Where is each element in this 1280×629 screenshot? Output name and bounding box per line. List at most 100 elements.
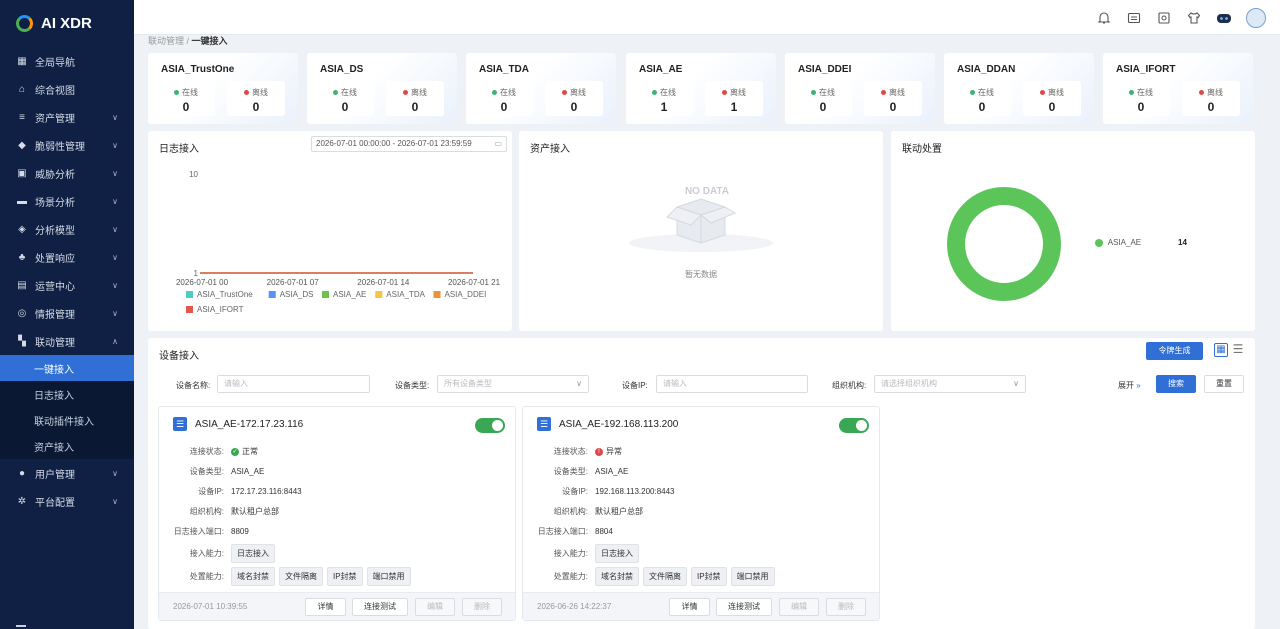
breadcrumb: 联动管理 / 一键接入 (148, 34, 228, 47)
offline-label: 离线 (1207, 88, 1223, 97)
offline-count: 0 (570, 100, 578, 114)
online-dot (811, 90, 816, 96)
online-count: 0 (1137, 100, 1145, 114)
stat-card[interactable]: ASIA_DDAN 在线 0 离线 0 (944, 53, 1094, 124)
device-type-select[interactable]: 所有设备类型 ∨ (437, 375, 589, 393)
sidebar-item-scene[interactable]: ▬ 场景分析 ∨ (0, 187, 134, 215)
online-box: 在线 0 (1112, 81, 1170, 116)
sidebar-item-users[interactable]: ● 用户管理 ∨ (0, 459, 134, 487)
sidebar-item-assets[interactable]: ≡ 资产管理 ∨ (0, 103, 134, 131)
message-icon[interactable] (1126, 10, 1142, 26)
sidebar-item-model[interactable]: ◈ 分析模型 ∨ (0, 215, 134, 243)
device-card: ☰ ASIA_AE-172.17.23.116 连接状态: ✓ 正常 设备类型: AS… (158, 406, 516, 621)
sidebar-item-intel[interactable]: ◎ 情报管理 ∨ (0, 299, 134, 327)
online-label: 在线 (182, 88, 198, 97)
offline-count: 0 (889, 100, 897, 114)
sidebar-item-threat[interactable]: ▣ 威胁分析 ∨ (0, 159, 134, 187)
sidebar-item-vuln[interactable]: ◆ 脆弱性管理 ∨ (0, 131, 134, 159)
sidebar-item-overview[interactable]: ⌂ 综合视图 (0, 75, 134, 103)
expand-toggle[interactable]: 展开 » (1118, 380, 1141, 391)
chevron-down-icon: ∨ (1013, 379, 1019, 388)
breadcrumb-parent[interactable]: 联动管理 / (148, 36, 189, 46)
bell-icon[interactable] (1096, 10, 1112, 26)
disposal-tag: 文件隔离 (279, 567, 323, 586)
robot-icon[interactable] (1216, 10, 1232, 26)
stat-card[interactable]: ASIA_IFORT 在线 0 离线 0 (1103, 53, 1253, 124)
sidebar: AI XDR ▦ 全局导航 ⌂ 综合视图 ≡ 资产管理 ∨ ◆ 脆弱性管理 ∨ ▣ 威胁分析 ∨… (0, 0, 134, 629)
reset-button[interactable]: 重置 (1204, 375, 1244, 393)
sidebar-item-linkage[interactable]: ▚ 联动管理 ∧ (0, 327, 134, 355)
org-select[interactable]: 请选择组织机构 ∨ (874, 375, 1026, 393)
legend-swatch (375, 291, 383, 298)
stat-name: ASIA_TrustOne (161, 64, 235, 75)
app-title: AI XDR (41, 14, 92, 32)
stat-card[interactable]: ASIA_DS 在线 0 离线 0 (307, 53, 457, 124)
sidebar-subitem-plugin[interactable]: 联动插件接入 (0, 407, 134, 433)
offline-dot (244, 90, 249, 96)
sidebar-item-ops[interactable]: ▤ 运营中心 ∨ (0, 271, 134, 299)
device-name-input[interactable]: 请输入 (217, 375, 370, 393)
device-card: ☰ ASIA_AE-192.168.113.200 连接状态:! 异常 设备类型:… (522, 406, 880, 621)
token-generate-button[interactable]: 令牌生成 (1146, 342, 1203, 360)
stat-card[interactable]: ASIA_AE 在线 1 离线 1 (626, 53, 776, 124)
donut-legend-item: ASIA_AE (1095, 238, 1141, 247)
sidebar-subitem-one-click[interactable]: 一键接入 (0, 355, 134, 381)
offline-label: 离线 (1048, 88, 1064, 97)
log-access-panel: 日志接入 2026-07-01 00:00:00 - 2026-07-01 23… (148, 131, 512, 331)
online-box: 在线 0 (953, 81, 1011, 116)
panel-title: 联动处置 (902, 144, 942, 155)
double-chevron-down-icon: » (1136, 381, 1141, 390)
connection-test-button[interactable]: 连接测试 (352, 598, 408, 616)
online-dot (492, 90, 497, 96)
card-timestamp: 2026-07-01 10:39:55 (173, 602, 248, 611)
y-tick-label: 1 (194, 269, 199, 278)
device-type: ASIA_AE (595, 467, 629, 476)
device-type: ASIA_AE (231, 467, 265, 476)
user-avatar[interactable] (1246, 8, 1266, 28)
search-button[interactable]: 搜索 (1156, 375, 1196, 393)
stat-name: ASIA_DS (320, 64, 364, 75)
collapse-handle[interactable] (16, 625, 26, 627)
device-ip-input[interactable]: 请输入 (656, 375, 808, 393)
device-org: 默认租户总部 (231, 507, 279, 516)
connection-test-button[interactable]: 连接测试 (716, 598, 772, 616)
stat-card[interactable]: ASIA_TrustOne 在线 0 离线 0 (148, 53, 298, 124)
stat-card[interactable]: ASIA_DDEI 在线 0 离线 0 (785, 53, 935, 124)
sidebar-subitem-asset[interactable]: 资产接入 (0, 433, 134, 459)
online-dot (1129, 90, 1134, 96)
sidebar-subitem-log[interactable]: 日志接入 (0, 381, 134, 407)
stat-card[interactable]: ASIA_TDA 在线 0 离线 0 (466, 53, 616, 124)
online-label: 在线 (1137, 88, 1153, 97)
stat-name: ASIA_AE (639, 64, 683, 75)
book-icon: ▬ (17, 195, 27, 207)
online-count: 0 (182, 100, 190, 114)
shirt-icon[interactable] (1186, 10, 1202, 26)
log-port: 8804 (595, 527, 613, 536)
sidebar-item-response[interactable]: ♣ 处置响应 ∨ (0, 243, 134, 271)
online-dot (652, 90, 657, 96)
app-logo[interactable]: AI XDR (0, 0, 134, 46)
offline-box: 离线 0 (1182, 81, 1240, 116)
device-enable-toggle[interactable] (475, 418, 505, 433)
edit-button[interactable]: 编辑 (415, 598, 455, 616)
edit-button[interactable]: 编辑 (779, 598, 819, 616)
offline-dot (562, 90, 567, 96)
screen-icon[interactable] (1156, 10, 1172, 26)
disposal-tag: 文件隔离 (643, 567, 687, 586)
detail-button[interactable]: 详情 (305, 598, 346, 616)
list-view-icon[interactable]: ☰ (1231, 342, 1245, 356)
sidebar-item-global-nav[interactable]: ▦ 全局导航 (0, 47, 134, 75)
delete-button[interactable]: 删除 (462, 598, 502, 616)
online-box: 在线 1 (635, 81, 693, 116)
detail-button[interactable]: 详情 (669, 598, 710, 616)
chevron-down-icon: ∨ (112, 468, 118, 478)
device-enable-toggle[interactable] (839, 418, 869, 433)
user-icon: ● (18, 467, 26, 479)
sidebar-item-platform[interactable]: ✲ 平台配置 ∨ (0, 487, 134, 515)
delete-button[interactable]: 删除 (826, 598, 866, 616)
online-dot (174, 90, 179, 96)
offline-dot (722, 90, 727, 96)
chevron-down-icon: ∨ (112, 280, 118, 290)
grid-view-icon[interactable]: ▦ (1214, 343, 1228, 357)
offline-box: 离线 0 (545, 81, 603, 116)
